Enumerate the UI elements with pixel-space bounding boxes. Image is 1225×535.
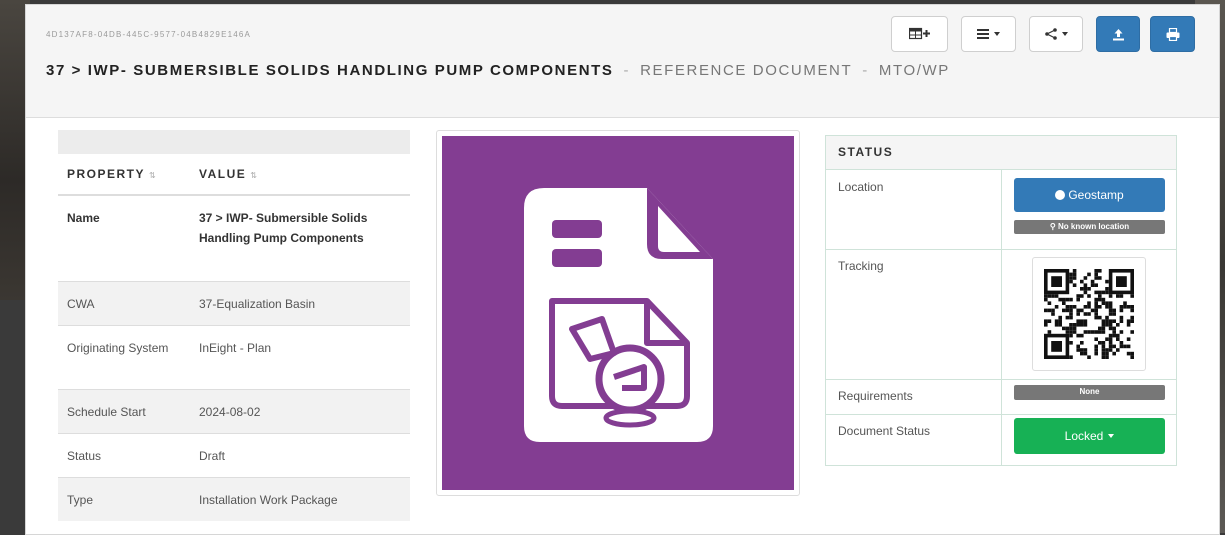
print-icon (1166, 27, 1180, 41)
table-row: Type Installation Work Package (58, 478, 410, 521)
title-main: 37 > IWP- SUBMERSIBLE SOLIDS HANDLING PU… (46, 62, 614, 79)
table-top-bar (58, 130, 410, 154)
share-icon (1044, 28, 1057, 40)
property-value: 37-Equalization Basin (199, 297, 316, 311)
property-key: Type (67, 493, 94, 507)
location-label: Location (838, 180, 884, 194)
table-row: Schedule Start 2024-08-02 (58, 390, 410, 434)
upload-button[interactable] (1096, 16, 1140, 52)
status-panel-title: STATUS (826, 136, 1176, 170)
table-row: Status Draft (58, 434, 410, 478)
document-status-dropdown[interactable]: Locked (1014, 418, 1165, 454)
share-button[interactable] (1029, 16, 1083, 52)
property-key: Name (67, 211, 100, 225)
card-header: 4D137AF8-04DB-445C-9577-04B4829E146A 37 … (26, 5, 1219, 118)
print-button[interactable] (1150, 16, 1195, 52)
document-status-label: Document Status (838, 424, 931, 438)
chevron-down-icon (994, 32, 1000, 36)
status-row-tracking: Tracking (826, 249, 1176, 380)
globe-icon (1055, 190, 1066, 200)
chevron-down-icon (1061, 32, 1068, 36)
requirements-label: Requirements (838, 389, 913, 403)
table-add-icon (908, 27, 931, 41)
title-separator: - (862, 62, 869, 79)
table-row: CWA 37-Equalization Basin (58, 282, 410, 326)
title-document-type: REFERENCE DOCUMENT (640, 62, 853, 79)
property-column-header[interactable]: PROPERTY ⇅ (58, 167, 199, 181)
location-badge: ⚲ No known location (1014, 220, 1165, 234)
property-value: Draft (199, 449, 226, 463)
sort-icon: ⇅ (149, 171, 156, 180)
status-row-document-status: Document Status Locked (826, 414, 1176, 465)
property-key: Originating System (67, 341, 169, 355)
document-card: 4D137AF8-04DB-445C-9577-04B4829E146A 37 … (25, 4, 1220, 535)
sort-icon: ⇅ (250, 171, 257, 180)
list-menu-icon (977, 29, 989, 39)
table-header: PROPERTY ⇅ VALUE ⇅ (58, 154, 410, 196)
table-row: Originating System InEight - Plan (58, 326, 410, 390)
property-value: Installation Work Package (199, 493, 338, 507)
property-key: CWA (67, 297, 95, 311)
property-key: Schedule Start (67, 405, 146, 419)
page-title: 37 > IWP- SUBMERSIBLE SOLIDS HANDLING PU… (46, 62, 950, 79)
table-add-button[interactable] (891, 16, 948, 52)
requirements-badge: None (1014, 385, 1165, 400)
status-panel: STATUS Location Geostamp ⚲ No known loca… (825, 135, 1177, 466)
upload-icon (1112, 28, 1125, 41)
tracking-label: Tracking (838, 259, 884, 273)
status-row-location: Location Geostamp ⚲ No known location (826, 170, 1176, 250)
title-category: MTO/WP (878, 62, 950, 79)
table-row: Name 37 > IWP- Submersible Solids Handli… (58, 196, 410, 282)
property-value: InEight - Plan (199, 341, 272, 355)
property-value: 2024-08-02 (199, 405, 261, 419)
properties-table: PROPERTY ⇅ VALUE ⇅ Name 37 > IWP- Submersi… (58, 130, 410, 521)
value-column-header[interactable]: VALUE ⇅ (199, 167, 257, 181)
chevron-down-icon (1108, 434, 1115, 438)
title-separator: - (623, 62, 631, 79)
document-guid: 4D137AF8-04DB-445C-9577-04B4829E146A (46, 30, 252, 39)
tracking-qr-code[interactable] (1032, 257, 1146, 371)
document-thumbnail[interactable] (436, 130, 800, 496)
property-value: 37 > IWP- Submersible Solids Handling Pu… (199, 211, 368, 245)
qr-code-icon (1044, 269, 1134, 359)
map-marker-icon: ⚲ (1049, 222, 1058, 231)
document-pump-icon (524, 188, 713, 442)
property-key: Status (67, 449, 102, 463)
thumbnail-background (442, 136, 794, 490)
list-menu-button[interactable] (961, 16, 1016, 52)
geostamp-button[interactable]: Geostamp (1014, 178, 1165, 212)
status-row-requirements: Requirements None (826, 379, 1176, 415)
